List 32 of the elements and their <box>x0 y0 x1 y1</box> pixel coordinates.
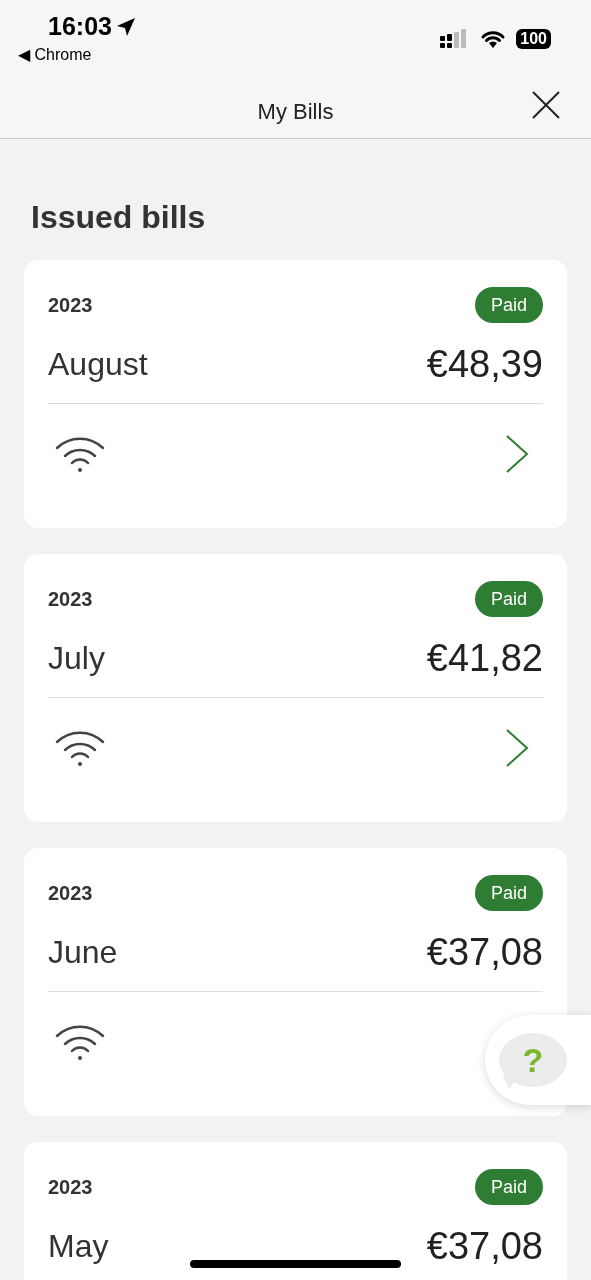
battery-indicator: 100 <box>516 29 551 49</box>
wifi-icon <box>480 29 507 49</box>
status-badge: Paid <box>474 875 543 911</box>
chevron-right-icon[interactable] <box>505 434 529 474</box>
bill-year: 2023 <box>48 587 93 611</box>
bill-month: June <box>48 933 118 971</box>
back-to-app-link[interactable]: ◀ Chrome <box>18 45 136 64</box>
bill-month: July <box>48 639 105 677</box>
wifi-icon <box>54 1024 106 1060</box>
status-badge: Paid <box>474 287 543 323</box>
bill-amount: €41,82 <box>426 636 543 680</box>
status-badge: Paid <box>474 581 543 617</box>
bill-year: 2023 <box>48 293 93 317</box>
bill-card[interactable]: 2023 Paid July €41,82 <box>24 554 567 822</box>
time: 16:03 <box>48 12 112 41</box>
wifi-icon <box>54 436 106 472</box>
bill-year: 2023 <box>48 1175 93 1199</box>
bill-amount: €37,08 <box>426 930 543 974</box>
wifi-icon <box>54 730 106 766</box>
chevron-right-icon[interactable] <box>505 728 529 768</box>
bill-card[interactable]: 2023 Paid August €48,39 <box>24 260 567 528</box>
bill-amount: €48,39 <box>426 342 543 386</box>
section-heading: Issued bills <box>31 198 207 237</box>
bill-amount: €37,08 <box>426 1224 543 1268</box>
bill-month: August <box>48 345 148 383</box>
close-button[interactable] <box>531 90 561 120</box>
location-arrow-icon <box>115 16 136 37</box>
bill-year: 2023 <box>48 881 93 905</box>
bill-card[interactable]: 2023 Paid May €37,08 <box>24 1142 567 1280</box>
bill-month: May <box>48 1227 109 1265</box>
page-title: My Bills <box>257 98 334 125</box>
status-badge: Paid <box>474 1169 543 1205</box>
